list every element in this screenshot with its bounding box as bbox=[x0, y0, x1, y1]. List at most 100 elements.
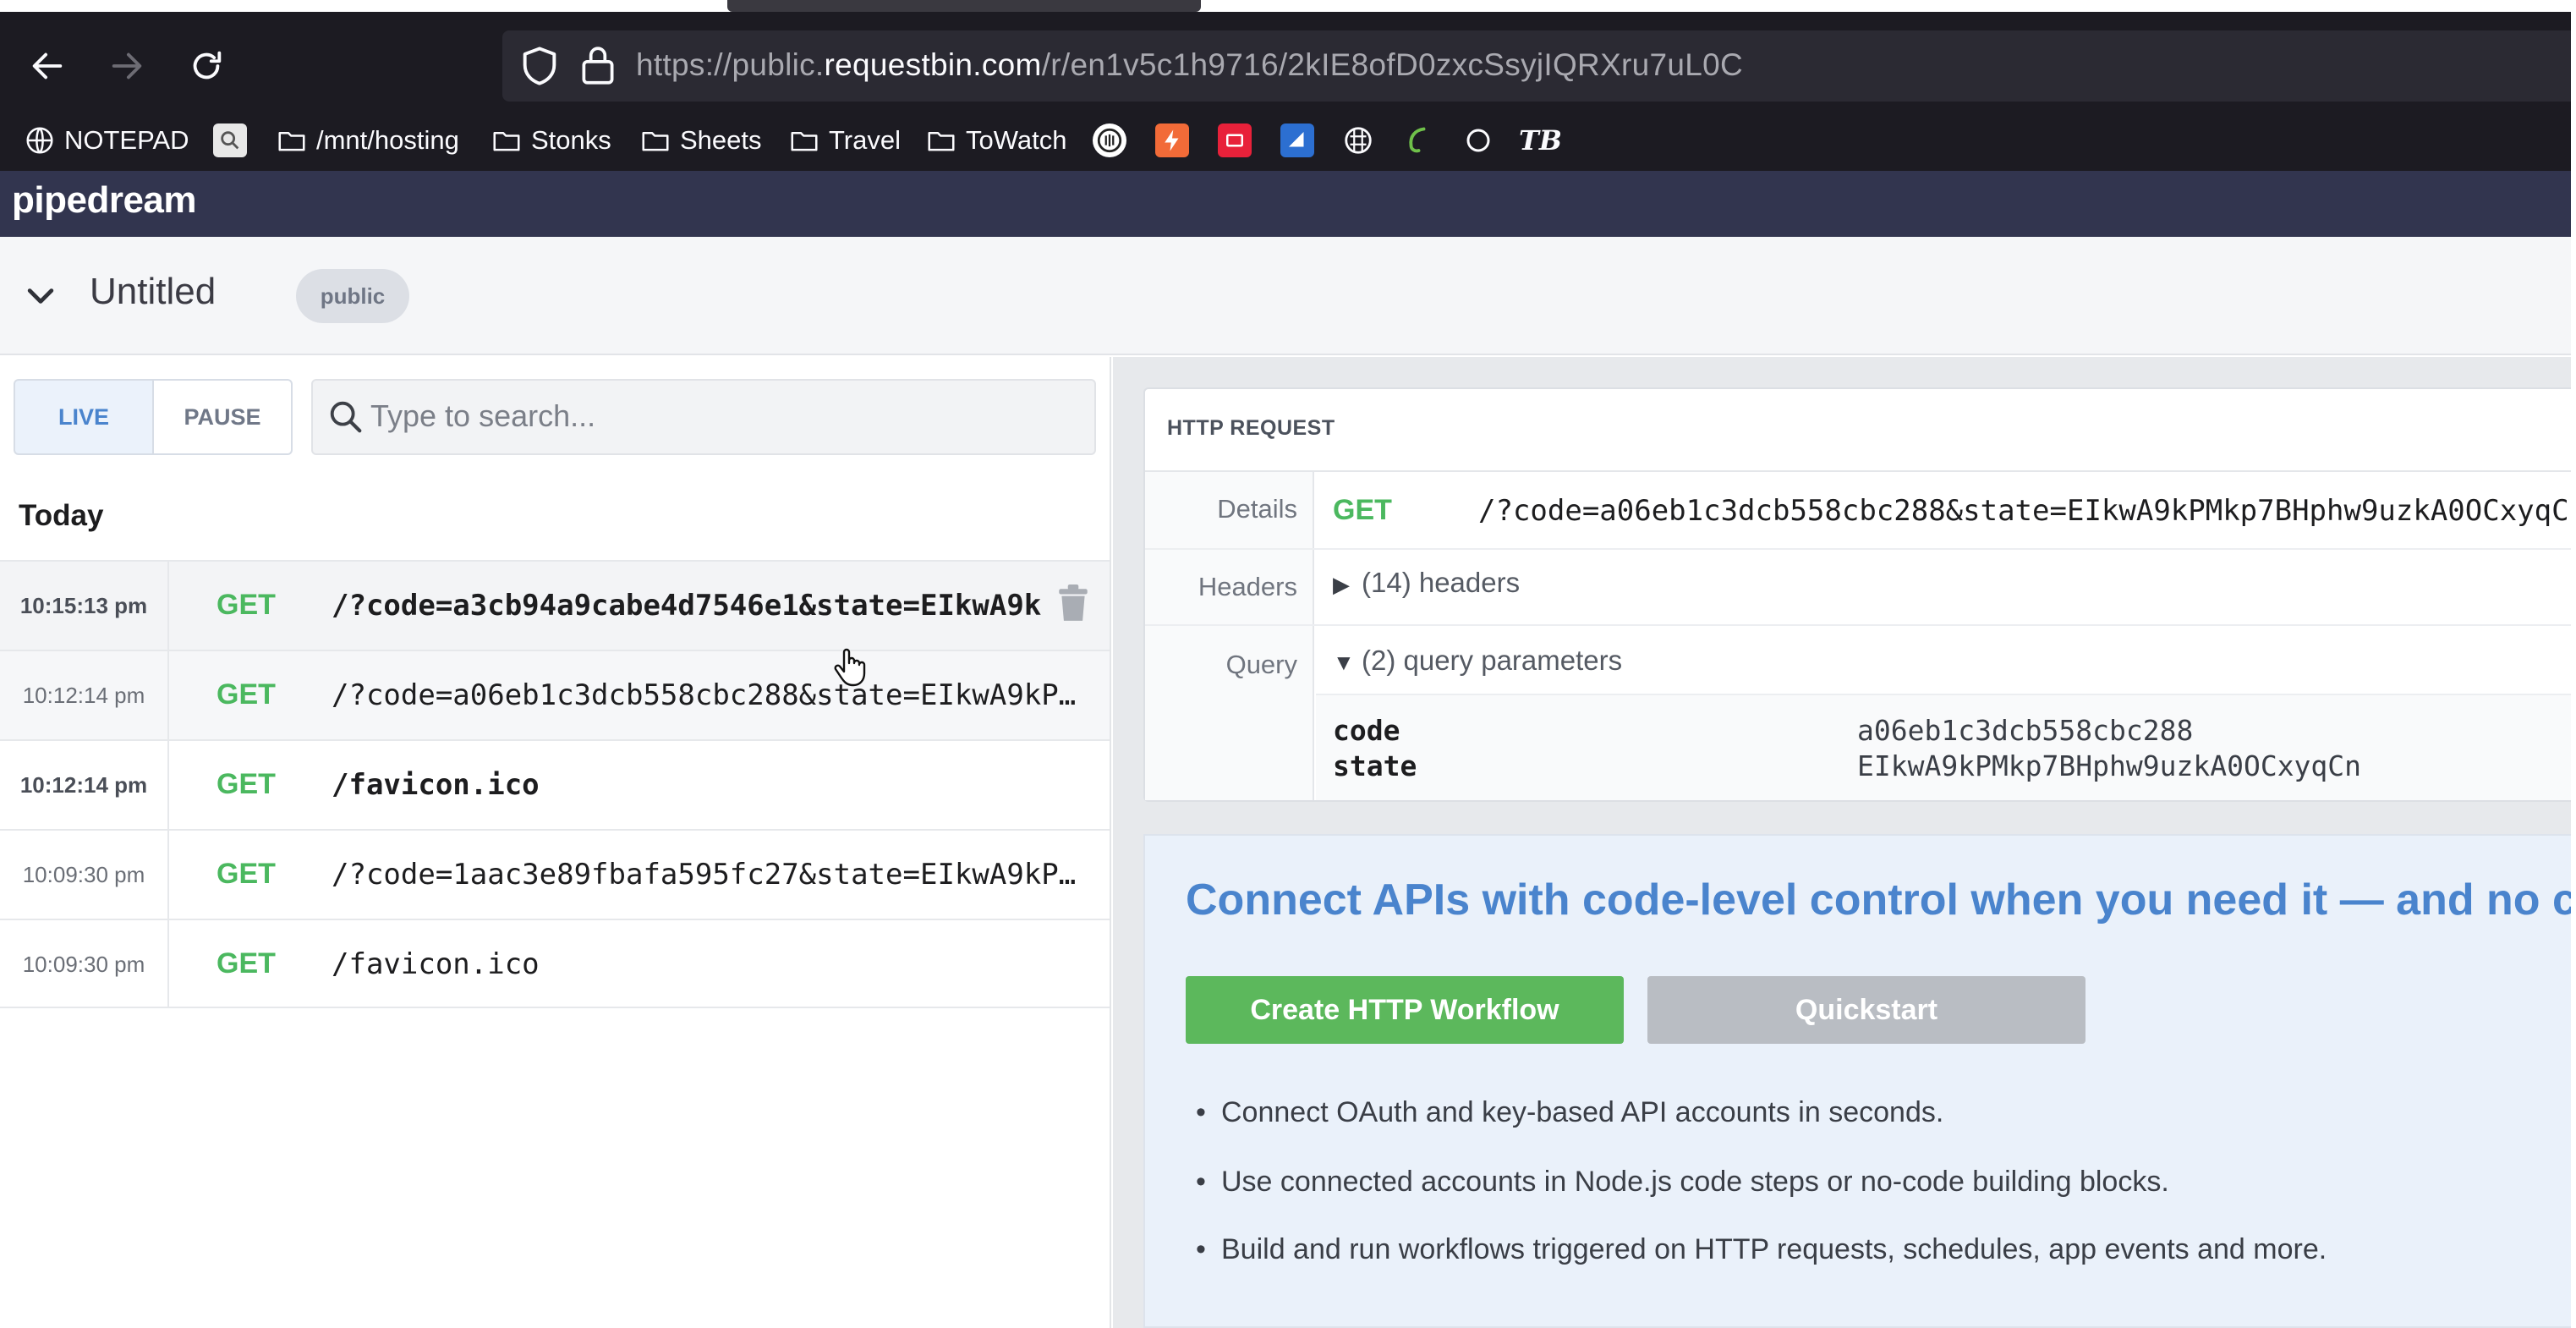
event-time: 10:09:30 pm bbox=[0, 831, 169, 919]
bookmark-folder-travel[interactable]: Travel bbox=[788, 115, 901, 166]
query-toggle[interactable]: ▼ (2) query parameters bbox=[1333, 645, 1622, 677]
headers-label: Headers bbox=[1198, 572, 1297, 601]
event-row[interactable]: 10:12:14 pm GET /?code=a06eb1c3dcb558cbc… bbox=[0, 650, 1110, 739]
event-row[interactable]: 10:12:14 pm GET /favicon.ico bbox=[0, 739, 1110, 829]
circle-outline-icon bbox=[1466, 129, 1490, 152]
event-row[interactable]: 10:09:30 pm GET /?code=1aac3e89fbafa595f… bbox=[0, 829, 1110, 919]
active-tab-edge[interactable] bbox=[727, 0, 1201, 12]
headers-toggle-label: (14) headers bbox=[1362, 567, 1521, 598]
event-path: /?code=a3cb94a9cabe4d7546e1&state=EIkwA9… bbox=[332, 589, 1042, 623]
folder-icon bbox=[493, 132, 520, 151]
search-icon bbox=[330, 401, 362, 433]
details-label: Details bbox=[1217, 494, 1297, 524]
event-list: 10:15:13 pm GET /?code=a3cb94a9cabe4d754… bbox=[0, 560, 1110, 1008]
divider bbox=[1145, 548, 2576, 550]
query-params-table bbox=[1316, 694, 2576, 800]
bookmark-label: /mnt/hosting bbox=[316, 125, 459, 155]
query-param-value: EIkwA9kPMkp7BHphw9uzkA0OCxyqCn bbox=[1857, 749, 2362, 782]
circle-logo-icon bbox=[1097, 128, 1122, 153]
chevron-down-icon[interactable] bbox=[22, 277, 59, 315]
event-method: GET bbox=[216, 947, 276, 980]
hand-cursor-icon bbox=[834, 648, 866, 687]
promo-bullet: • Connect OAuth and key-based API account… bbox=[1196, 1096, 1943, 1129]
event-row[interactable]: 10:09:30 pm GET /favicon.ico bbox=[0, 919, 1110, 1008]
quickstart-button[interactable]: Quickstart bbox=[1647, 976, 2085, 1044]
grid-globe-icon bbox=[1345, 127, 1372, 154]
bookmark-site-icon-5[interactable] bbox=[1341, 123, 1375, 157]
bookmark-folder-hosting[interactable]: /mnt/hosting bbox=[276, 115, 459, 166]
promo-bullet-text: Use connected accounts in Node.js code s… bbox=[1221, 1166, 2169, 1198]
globe-icon bbox=[26, 127, 53, 154]
bookmark-label: Sheets bbox=[680, 125, 762, 155]
event-path: /?code=a06eb1c3dcb558cbc288&state=EIkwA9… bbox=[332, 678, 1089, 712]
bookmark-folder-sheets[interactable]: Sheets bbox=[639, 115, 762, 166]
app-header bbox=[0, 171, 2576, 237]
event-method: GET bbox=[216, 858, 276, 890]
search-input[interactable] bbox=[370, 391, 1081, 442]
window-top-strip bbox=[0, 0, 2576, 12]
reload-button[interactable] bbox=[173, 32, 240, 100]
forward-button[interactable] bbox=[93, 32, 161, 100]
folder-icon bbox=[278, 132, 305, 151]
event-method: GET bbox=[216, 768, 276, 800]
caret-right-icon: ▶ bbox=[1333, 572, 1350, 597]
promo-bullet-text: Build and run workflows triggered on HTT… bbox=[1221, 1233, 2327, 1265]
forward-arrow-icon bbox=[112, 52, 142, 80]
brand-logo[interactable]: pipedream bbox=[12, 179, 197, 222]
create-http-workflow-button[interactable]: Create HTTP Workflow bbox=[1186, 976, 1624, 1044]
bookmark-site-icon-3[interactable] bbox=[1218, 123, 1252, 157]
headers-toggle[interactable]: ▶ (14) headers bbox=[1333, 567, 1520, 599]
caret-down-icon: ▼ bbox=[1333, 650, 1355, 675]
bullet-dot-icon: • bbox=[1196, 1096, 1206, 1128]
lightning-icon bbox=[1165, 129, 1179, 151]
bookmark-folder-stonks[interactable]: Stonks bbox=[491, 115, 611, 166]
http-request-heading: HTTP REQUEST bbox=[1167, 416, 1335, 440]
live-button[interactable]: LIVE bbox=[14, 379, 154, 455]
trash-icon[interactable] bbox=[1055, 584, 1091, 623]
blue-logo-icon bbox=[1289, 132, 1304, 147]
tracking-shield-icon[interactable] bbox=[518, 44, 562, 88]
bookmark-notepad[interactable]: NOTEPAD bbox=[24, 115, 189, 166]
bookmark-site-icon-1[interactable] bbox=[1093, 123, 1126, 157]
url-prefix: https://public. bbox=[636, 47, 825, 82]
back-button[interactable] bbox=[14, 32, 81, 100]
bookmark-site-icon-4[interactable] bbox=[1280, 123, 1314, 157]
bookmark-folder-towatch[interactable]: ToWatch bbox=[925, 115, 1066, 166]
bullet-dot-icon: • bbox=[1196, 1166, 1206, 1198]
back-arrow-icon bbox=[32, 52, 63, 80]
red-logo-icon bbox=[1226, 134, 1243, 147]
event-row[interactable]: 10:15:13 pm GET /?code=a3cb94a9cabe4d754… bbox=[0, 560, 1110, 650]
event-method: GET bbox=[216, 589, 276, 621]
event-time: 10:15:13 pm bbox=[0, 562, 169, 650]
magnifier-icon bbox=[221, 131, 239, 150]
promo-bullet-text: Connect OAuth and key-based API accounts… bbox=[1221, 1096, 1944, 1128]
folder-icon bbox=[928, 132, 955, 151]
query-label: Query bbox=[1225, 650, 1297, 679]
leaf-icon bbox=[1409, 127, 1426, 153]
promo-bullet: • Use connected accounts in Node.js code … bbox=[1196, 1166, 2169, 1199]
visibility-badge: public bbox=[296, 269, 409, 323]
promo-title: Connect APIs with code-level control whe… bbox=[1186, 875, 2576, 925]
url-domain: requestbin.com bbox=[824, 47, 1042, 82]
bookmark-site-icon-2[interactable] bbox=[1155, 123, 1189, 157]
lock-icon[interactable] bbox=[577, 42, 619, 88]
query-param-value: a06eb1c3dcb558cbc288 bbox=[1857, 714, 2194, 747]
search-bookmark-icon[interactable] bbox=[213, 123, 247, 157]
bookmark-site-icon-6[interactable] bbox=[1400, 123, 1434, 157]
event-time: 10:12:14 pm bbox=[0, 651, 169, 739]
request-method: GET bbox=[1333, 494, 1392, 526]
folder-icon bbox=[642, 132, 669, 151]
request-path: /?code=a06eb1c3dcb558cbc288&state=EIkwA9… bbox=[1478, 494, 2576, 528]
event-path: /?code=1aac3e89fbafa595fc27&state=EIkwA9… bbox=[332, 858, 1089, 892]
bookmark-site-icon-7[interactable] bbox=[1461, 123, 1495, 157]
divider bbox=[1145, 470, 2576, 472]
pause-button[interactable]: PAUSE bbox=[152, 379, 293, 455]
url-text[interactable]: https://public.requestbin.com/r/en1v5c1h… bbox=[636, 47, 1743, 83]
event-time: 10:09:30 pm bbox=[0, 920, 169, 1008]
bookmark-label: ToWatch bbox=[966, 125, 1067, 155]
bookmark-tb[interactable]: TB bbox=[1519, 115, 1562, 166]
group-heading-today: Today bbox=[19, 499, 104, 532]
query-param-key: state bbox=[1333, 749, 1417, 782]
source-title[interactable]: Untitled bbox=[90, 271, 216, 313]
query-toggle-label: (2) query parameters bbox=[1362, 645, 1623, 676]
